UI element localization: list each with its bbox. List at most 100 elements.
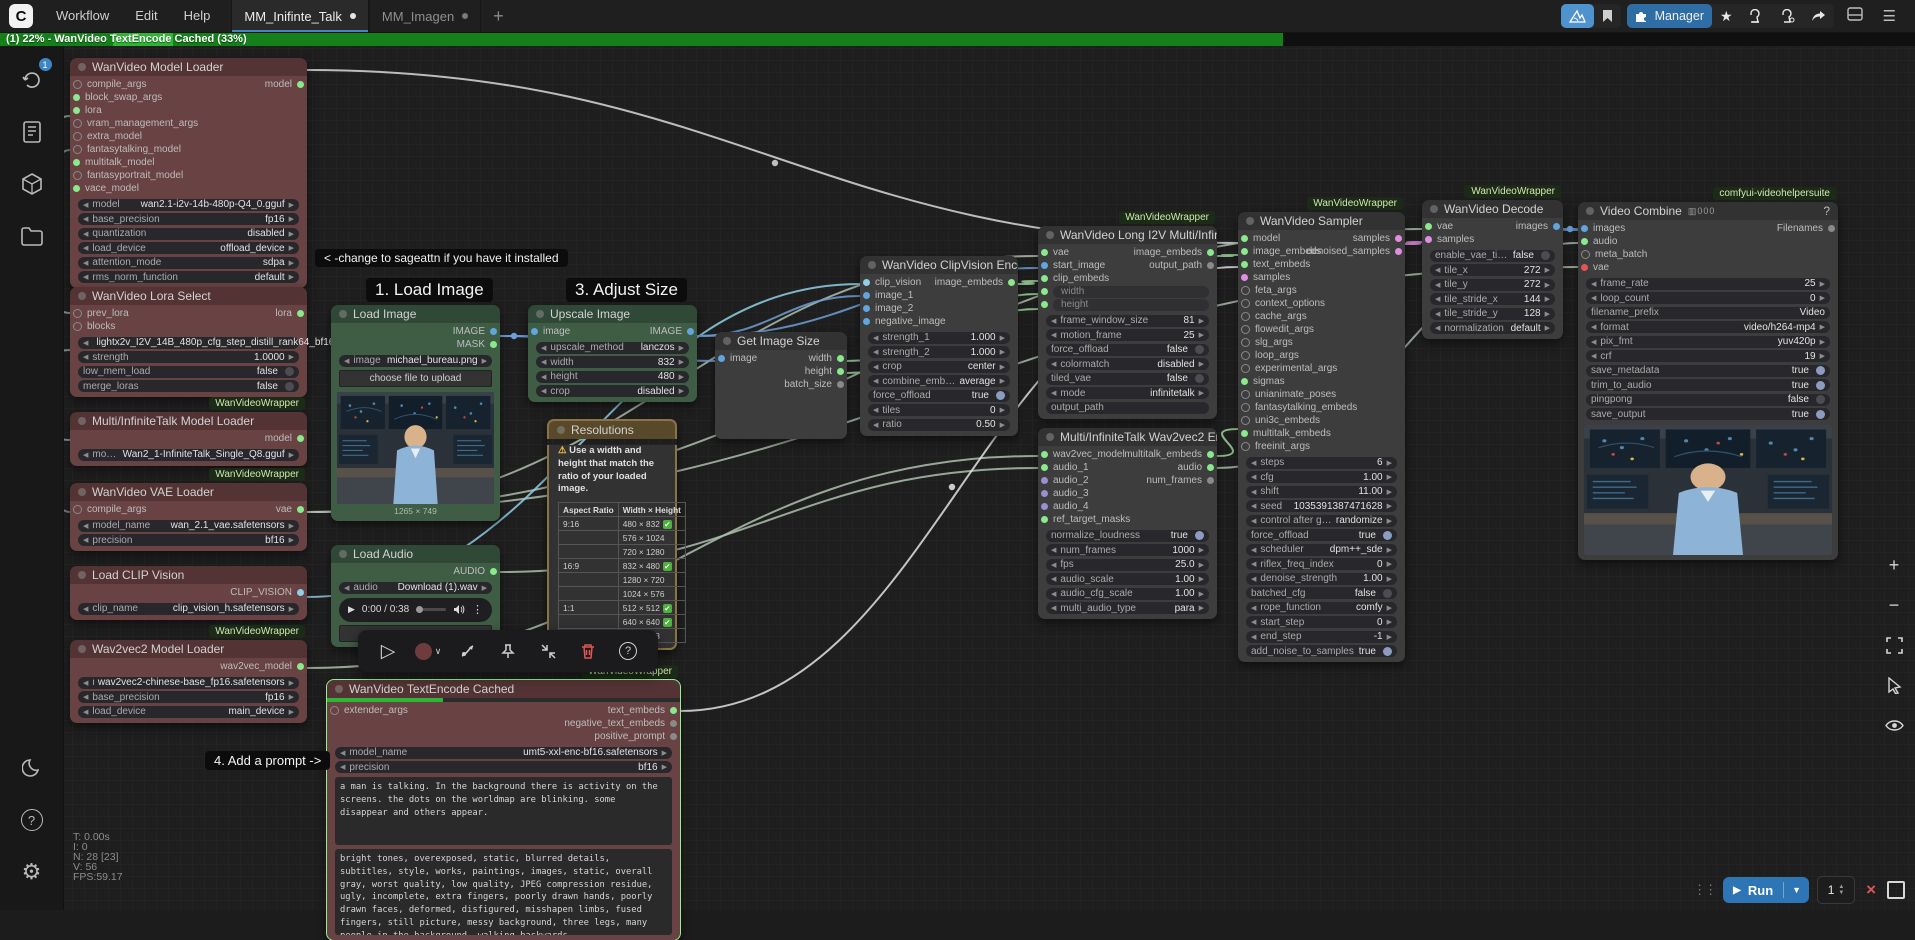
slot-dot[interactable] bbox=[1241, 312, 1250, 321]
collapse-dot-icon[interactable] bbox=[1430, 205, 1438, 213]
slot-dot[interactable] bbox=[1041, 288, 1048, 295]
slot-dot[interactable] bbox=[1041, 451, 1048, 458]
collapse-dot-icon[interactable] bbox=[78, 645, 86, 653]
slot-dot[interactable] bbox=[1041, 516, 1048, 523]
slot-dot[interactable] bbox=[73, 171, 82, 180]
node-header[interactable]: WanVideo TextEncode Cached bbox=[327, 680, 680, 698]
collapse-dot-icon[interactable] bbox=[78, 292, 86, 300]
input-slot-samples[interactable]: samples bbox=[1241, 271, 1290, 284]
slot-dot[interactable] bbox=[1207, 262, 1214, 269]
theme-toggle-icon[interactable] bbox=[12, 748, 52, 788]
toggle-knob[interactable] bbox=[1816, 410, 1825, 419]
widget-riflex_freq_index[interactable]: ◀riflex_freq_index0▶ bbox=[1246, 558, 1397, 570]
widget-trim_to_audio[interactable]: trim_to_audiotrue bbox=[1586, 379, 1830, 391]
widget-batched_cfg[interactable]: batched_cfgfalse bbox=[1246, 587, 1397, 599]
slot-dot[interactable] bbox=[1395, 235, 1402, 242]
input-slot-fantasyportrait_model[interactable]: fantasyportrait_model bbox=[73, 169, 183, 182]
slot-dot[interactable] bbox=[1207, 451, 1214, 458]
slot-dot[interactable] bbox=[73, 94, 80, 101]
widget-clip_name[interactable]: ◀clip_nameclip_vision_h.safetensors▶ bbox=[78, 603, 299, 615]
input-slot-fantasytalking_embeds[interactable]: fantasytalking_embeds bbox=[1241, 401, 1357, 414]
input-slot-prev_lora[interactable]: prev_lora bbox=[73, 307, 129, 320]
widget-value[interactable]: ◀lightx2v_I2V_14B_480p_cfg_step_distill_… bbox=[78, 337, 299, 349]
input-slot-extender_args[interactable]: extender_args bbox=[330, 704, 408, 717]
clean-vram-button[interactable] bbox=[1741, 4, 1772, 28]
toggle-knob[interactable] bbox=[285, 367, 294, 376]
node-clipvision-encode[interactable]: WanVideo ClipVision Encodeclip_visionima… bbox=[860, 256, 1018, 436]
node-header[interactable]: WanVideo Decode bbox=[1422, 200, 1563, 218]
slot-dot[interactable] bbox=[1395, 248, 1402, 255]
collapse-dot-icon[interactable] bbox=[335, 685, 343, 693]
widget-shift[interactable]: ◀shift11.00▶ bbox=[1246, 486, 1397, 498]
widget-start_step[interactable]: ◀start_step0▶ bbox=[1246, 616, 1397, 628]
slot-dot[interactable] bbox=[73, 309, 82, 318]
node-help-icon[interactable]: ? bbox=[1823, 204, 1830, 218]
input-slot-flowedit_args[interactable]: flowedit_args bbox=[1241, 323, 1314, 336]
slot-dot[interactable] bbox=[1241, 235, 1248, 242]
toggle-link-visibility-icon[interactable] bbox=[1881, 712, 1907, 738]
prompt-textarea[interactable]: bright tones, overexposed, static, blurr… bbox=[335, 849, 672, 935]
node-multitalk-loader[interactable]: WanVideoWrapperMulti/InfiniteTalk Model … bbox=[70, 412, 307, 466]
widget-precision[interactable]: ◀precisionbf16▶ bbox=[78, 534, 299, 546]
toggle-knob[interactable] bbox=[1195, 531, 1204, 540]
input-slot-vram_management_args[interactable]: vram_management_args bbox=[73, 117, 198, 130]
collapse-dot-icon[interactable] bbox=[78, 571, 86, 579]
output-slot-num_frames[interactable]: num_frames bbox=[1146, 474, 1214, 487]
slot-dot[interactable] bbox=[1041, 464, 1048, 471]
node-header[interactable]: WanVideo Long I2V Multi/InfiniteTalk bbox=[1038, 226, 1217, 244]
widget-fps[interactable]: ◀fps25.0▶ bbox=[1046, 559, 1209, 571]
slot-dot[interactable] bbox=[1581, 238, 1588, 245]
slot-dot[interactable] bbox=[837, 381, 844, 388]
node-resolutions[interactable]: Resolutions⚠ Use a width and height that… bbox=[547, 419, 677, 650]
widget-crf[interactable]: ◀crf19▶ bbox=[1586, 350, 1830, 362]
widget-force_offload[interactable]: force_offloadtrue bbox=[1246, 529, 1397, 541]
audio-player[interactable]: ▶0:00 / 0:38⋮ bbox=[339, 598, 492, 622]
bypass-icon[interactable] bbox=[450, 633, 486, 669]
bookmark-button[interactable] bbox=[1594, 4, 1621, 28]
run-options-chevron-icon[interactable]: ▼ bbox=[1784, 885, 1809, 895]
slot-dot[interactable] bbox=[1241, 286, 1250, 295]
widget-frame_window_size[interactable]: ◀frame_window_size81▶ bbox=[1046, 315, 1209, 327]
output-slot-CLIP_VISION[interactable]: CLIP_VISION bbox=[230, 586, 304, 599]
node-get-image-size[interactable]: Get Image Sizeimagewidthheightbatch_size bbox=[715, 332, 847, 439]
slot-dot[interactable] bbox=[1241, 430, 1248, 437]
widget-image[interactable]: ◀imagemichael_bureau.png▶ bbox=[339, 355, 492, 367]
output-slot-image_embeds[interactable]: image_embeds bbox=[935, 276, 1015, 289]
widget-scheduler[interactable]: ◀schedulerdpm++_sde▶ bbox=[1246, 544, 1397, 556]
slot-dot[interactable] bbox=[1041, 477, 1048, 484]
tab-workflow-1[interactable]: MM_Inifinte_Talk bbox=[231, 0, 369, 32]
collapse-dot-icon[interactable] bbox=[339, 550, 347, 558]
input-slot-wav2vec_model[interactable]: wav2vec_model bbox=[1041, 448, 1125, 461]
node-header[interactable]: Wav2vec2 Model Loader bbox=[70, 640, 307, 658]
toggle-knob[interactable] bbox=[1383, 531, 1392, 540]
input-slot-sigmas[interactable]: sigmas bbox=[1241, 375, 1285, 388]
toggle-knob[interactable] bbox=[1816, 366, 1825, 375]
widget-load_device[interactable]: ◀load_devicemain_device▶ bbox=[78, 706, 299, 718]
slot-dot[interactable] bbox=[73, 185, 80, 192]
slot-dot[interactable] bbox=[1828, 225, 1835, 232]
slot-dot[interactable] bbox=[297, 589, 304, 596]
input-slot-feta_args[interactable]: feta_args bbox=[1241, 284, 1297, 297]
widget-frame_rate[interactable]: ◀frame_rate25▶ bbox=[1586, 278, 1830, 290]
output-slot-AUDIO[interactable]: AUDIO bbox=[453, 565, 497, 578]
node-header[interactable]: Multi/InfiniteTalk Wav2vec2 Embeds bbox=[1038, 428, 1217, 446]
count-down-icon[interactable]: ▼ bbox=[1838, 890, 1844, 896]
select-mode-icon[interactable] bbox=[1881, 672, 1907, 698]
widget-base_precision[interactable]: ◀base_precisionfp16▶ bbox=[78, 213, 299, 225]
input-slot-text_embeds[interactable]: text_embeds bbox=[1241, 258, 1310, 271]
slot-dot[interactable] bbox=[1581, 225, 1588, 232]
input-slot-audio_1[interactable]: audio_1 bbox=[1041, 461, 1089, 474]
output-slot-positive_prompt[interactable]: positive_prompt bbox=[594, 730, 677, 743]
collapse-icon[interactable] bbox=[530, 633, 566, 669]
slot-dot[interactable] bbox=[73, 505, 82, 514]
execute-icon[interactable]: ▷ bbox=[370, 633, 406, 669]
slot-dot[interactable] bbox=[670, 733, 677, 740]
model-library-icon[interactable] bbox=[12, 164, 52, 204]
slot-dot[interactable] bbox=[837, 368, 844, 375]
widget-add_noise_to_samples[interactable]: add_noise_to_samplestrue bbox=[1246, 645, 1397, 657]
runbar-drag-handle[interactable]: ⋮⋮ bbox=[1693, 882, 1715, 898]
batch-count-input[interactable]: 1 ▲▼ bbox=[1817, 876, 1855, 904]
output-slot-MASK[interactable]: MASK bbox=[457, 338, 497, 351]
minimap-toggle-button[interactable] bbox=[1887, 881, 1905, 899]
input-slot-negative_image[interactable]: negative_image bbox=[863, 315, 946, 328]
